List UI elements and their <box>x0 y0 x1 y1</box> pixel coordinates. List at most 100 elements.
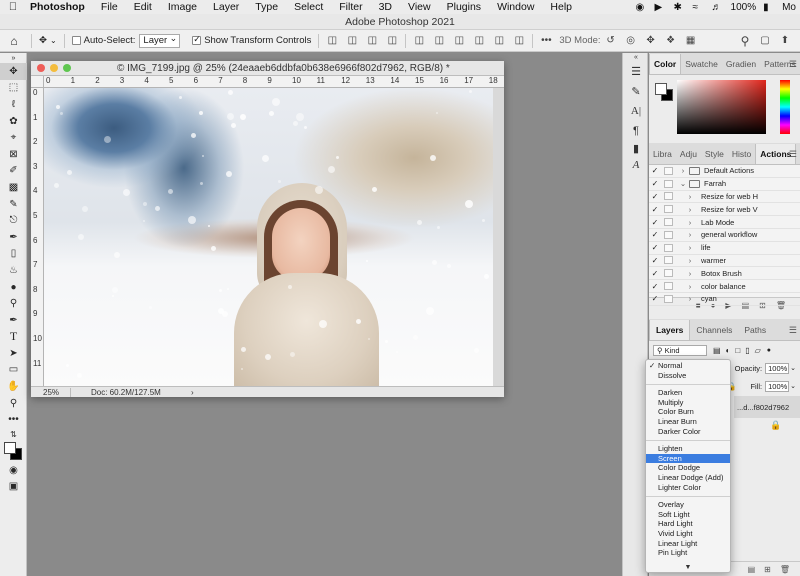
quick-select-tool-icon[interactable]: ✿ <box>0 113 27 130</box>
zoom-level[interactable]: 25% <box>31 387 71 397</box>
blend-mode-option[interactable]: Vivid Light <box>646 529 730 539</box>
filter-kind-select[interactable]: ⚲ Kind <box>653 344 707 356</box>
expand-icon[interactable]: › <box>679 230 701 239</box>
expand-icon[interactable]: › <box>679 243 701 252</box>
filter-toggle-icon[interactable]: ● <box>767 347 771 354</box>
action-toggle-check[interactable]: ✓ <box>649 243 661 252</box>
dialog-toggle[interactable] <box>664 269 673 278</box>
menu-file[interactable]: File <box>93 1 126 13</box>
action-row[interactable]: ✓ › Resize for web V <box>649 203 800 217</box>
blend-mode-option[interactable]: Lighten <box>646 444 730 454</box>
action-toggle-check[interactable]: ✓ <box>649 269 661 278</box>
tab-gradients[interactable]: Gradien <box>722 54 760 74</box>
menu-image[interactable]: Image <box>160 1 205 13</box>
path-select-tool-icon[interactable]: ➤ <box>0 345 27 362</box>
minimize-window-icon[interactable] <box>50 64 58 72</box>
align-hcenter-icon[interactable]: ◫ <box>345 34 359 48</box>
tab-history[interactable]: Histo <box>728 144 755 164</box>
properties-icon[interactable]: ☰ <box>623 61 649 81</box>
blend-mode-option[interactable]: Hard Light <box>646 519 730 529</box>
action-row[interactable]: ✓ › warmer <box>649 255 800 268</box>
menu-plugins[interactable]: Plugins <box>439 1 489 13</box>
clone-stamp-tool-icon[interactable]: ⎋ <box>0 212 27 229</box>
blend-mode-option[interactable]: Multiply <box>646 398 730 408</box>
user-name[interactable]: Mo <box>782 2 796 13</box>
action-toggle-check[interactable]: ✓ <box>649 205 661 214</box>
expand-icon[interactable]: › <box>679 282 701 291</box>
blend-mode-option[interactable]: Linear Light <box>646 539 730 549</box>
vertical-ruler[interactable]: 0 1 2 3 4 5 6 7 8 9 10 11 <box>31 88 44 386</box>
dialog-toggle[interactable] <box>664 243 673 252</box>
action-row[interactable]: ✓ › color balance <box>649 280 800 293</box>
expand-icon[interactable]: › <box>679 192 701 201</box>
hue-slider[interactable] <box>780 80 790 134</box>
action-row[interactable]: ✓ › Default Actions <box>649 165 800 178</box>
blur-tool-icon[interactable]: ● <box>0 279 27 296</box>
image-canvas[interactable] <box>44 88 493 386</box>
expand-icon[interactable]: › <box>679 256 701 265</box>
character-icon[interactable]: A| <box>623 101 649 121</box>
marquee-tool-icon[interactable]: ⬚ <box>0 80 27 97</box>
action-row[interactable]: ✓ › general workflow <box>649 229 800 242</box>
menu-3d[interactable]: 3D <box>371 1 400 13</box>
paint-bucket-tool-icon[interactable]: ♨ <box>0 262 27 279</box>
menu-window[interactable]: Window <box>489 1 542 13</box>
menu-filter[interactable]: Filter <box>331 1 370 13</box>
tab-libraries[interactable]: Libra <box>649 144 676 164</box>
blend-mode-option[interactable]: Color Dodge <box>646 463 730 473</box>
distribute-top-icon[interactable]: ◫ <box>452 34 466 48</box>
expand-icon[interactable]: › <box>679 205 701 214</box>
action-toggle-check[interactable]: ✓ <box>649 218 661 227</box>
fill-input[interactable]: 100% <box>765 380 790 392</box>
rectangle-tool-icon[interactable]: ▭ <box>0 362 27 379</box>
paragraph-icon[interactable]: ¶ <box>623 121 649 141</box>
action-row[interactable]: ✓ › life <box>649 242 800 255</box>
workspace-icon[interactable]: ▢ <box>758 34 772 48</box>
blend-mode-option[interactable]: Color Burn <box>646 407 730 417</box>
dialog-toggle[interactable] <box>664 179 673 188</box>
action-row[interactable]: ✓ › Lab Mode <box>649 216 800 229</box>
dialog-toggle[interactable] <box>664 192 673 201</box>
apple-icon[interactable]:  <box>0 1 26 13</box>
menu-view[interactable]: View <box>400 1 439 13</box>
panel-menu-icon[interactable]: ☰ <box>789 149 797 160</box>
blend-mode-option[interactable]: Dissolve <box>646 371 730 381</box>
menu-help[interactable]: Help <box>542 1 580 13</box>
expand-icon[interactable]: › <box>679 166 687 175</box>
eraser-tool-icon[interactable]: ▯ <box>0 246 27 263</box>
swap-colors-icon[interactable]: ⇅ <box>0 428 27 440</box>
action-toggle-check[interactable]: ✓ <box>649 192 661 201</box>
quick-mask-icon[interactable]: ◉ <box>0 462 27 479</box>
action-toggle-check[interactable]: ✓ <box>649 179 661 188</box>
action-row[interactable]: ✓ › Botox Brush <box>649 267 800 281</box>
dodge-tool-icon[interactable]: ⚲ <box>0 295 27 312</box>
auto-select-checkbox[interactable] <box>71 36 81 45</box>
color-picker-field[interactable] <box>677 80 766 134</box>
healing-brush-tool-icon[interactable]: ▩ <box>0 179 27 196</box>
tab-styles[interactable]: Style <box>701 144 728 164</box>
action-toggle-check[interactable]: ✓ <box>649 256 661 265</box>
panel-menu-icon[interactable]: ☰ <box>789 59 797 70</box>
panel-menu-icon[interactable]: ☰ <box>789 325 797 336</box>
action-toggle-check[interactable]: ✓ <box>649 166 661 175</box>
blend-mode-option[interactable]: Normal <box>646 361 730 371</box>
brush-tool-icon[interactable]: ✎ <box>0 196 27 213</box>
dialog-toggle[interactable] <box>664 205 673 214</box>
tab-color[interactable]: Color <box>649 54 682 74</box>
menu-select[interactable]: Select <box>286 1 331 13</box>
distribute-bottom-icon[interactable]: ◫ <box>492 34 506 48</box>
blend-mode-option[interactable]: Overlay <box>646 500 730 510</box>
blend-mode-option[interactable]: Linear Burn <box>646 417 730 427</box>
tab-channels[interactable]: Channels <box>690 320 738 340</box>
search-icon[interactable]: ⚲ <box>738 34 752 48</box>
3d-roll-icon[interactable]: ◎ <box>624 34 638 48</box>
lasso-tool-icon[interactable]: ℓ <box>0 96 27 113</box>
eyedropper-tool-icon[interactable]: ✐ <box>0 163 27 180</box>
auto-select-dropdown[interactable]: Layer <box>139 32 181 48</box>
distribute-vcenter-icon[interactable]: ◫ <box>472 34 486 48</box>
new-group-icon[interactable]: ▤ <box>748 565 756 574</box>
more-options-icon[interactable]: ••• <box>539 34 553 48</box>
filter-icons[interactable]: ▤◐□▯▱ <box>713 346 766 355</box>
fill-dropdown-icon[interactable]: ⌄ <box>790 382 796 390</box>
crop-tool-icon[interactable]: ⌖ <box>0 129 27 146</box>
